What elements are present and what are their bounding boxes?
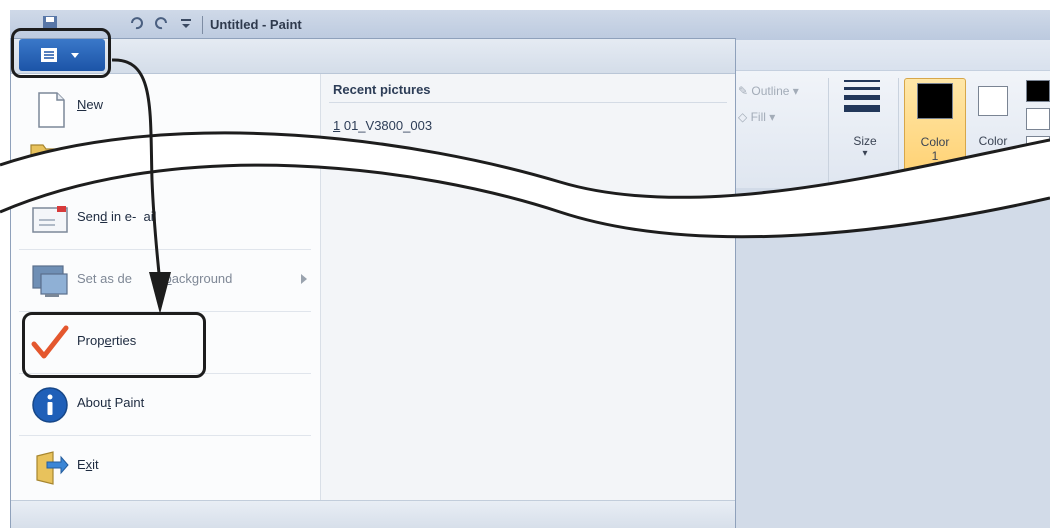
customize-qat-icon[interactable] bbox=[178, 15, 194, 31]
fill-label: Fill bbox=[750, 110, 766, 124]
palette-swatch-black[interactable] bbox=[1026, 80, 1050, 102]
menu-item-label: Exit bbox=[77, 457, 99, 472]
open-folder-icon bbox=[30, 144, 64, 169]
outline-label: Outline bbox=[751, 84, 790, 98]
size-button[interactable]: Size ▾ bbox=[834, 78, 896, 184]
chevron-down-icon: ▾ bbox=[862, 148, 868, 159]
window-title: Untitled - Paint bbox=[210, 17, 302, 32]
color2-button[interactable]: Color 2 bbox=[970, 78, 1020, 186]
desktop-icon bbox=[32, 265, 68, 297]
color2-number: 2 bbox=[989, 148, 997, 162]
menu-item-label: Send in e- ail bbox=[77, 209, 157, 224]
palette-swatch-white[interactable] bbox=[1026, 108, 1050, 130]
new-document-icon bbox=[38, 92, 65, 128]
menu-item-send-email[interactable]: Send in e- ail bbox=[11, 188, 319, 250]
paint-window: Untitled - Paint ✎ Outline ▾ ◇ Fill ▾ Si… bbox=[0, 0, 1050, 528]
menu-item-exit[interactable]: Exit bbox=[11, 436, 319, 498]
redo-icon[interactable] bbox=[154, 15, 170, 31]
email-icon bbox=[32, 206, 68, 233]
qat-separator bbox=[202, 16, 203, 34]
line-size-icon bbox=[844, 80, 880, 117]
recent-pictures-title: Recent pictures bbox=[333, 82, 431, 97]
menu-item-label: Set as de p background bbox=[77, 271, 233, 286]
menu-item-label: New bbox=[77, 97, 104, 112]
file-menu-footer bbox=[11, 500, 735, 528]
chevron-down-icon: ▾ bbox=[769, 110, 776, 124]
recent-picture-item[interactable]: 1 01_V3800_003 bbox=[333, 118, 432, 133]
size-label: Size bbox=[853, 134, 877, 148]
color1-swatch bbox=[917, 83, 953, 119]
outline-icon: ✎ bbox=[738, 84, 749, 98]
chevron-down-icon: ▾ bbox=[792, 84, 799, 98]
menu-item-new[interactable]: New bbox=[11, 79, 319, 141]
submenu-arrow-icon bbox=[301, 274, 307, 284]
menu-item-about-paint[interactable]: About Paint bbox=[11, 374, 319, 436]
ribbon-separator bbox=[828, 78, 829, 186]
divider bbox=[329, 102, 727, 103]
color1-button[interactable]: Color 1 bbox=[904, 78, 966, 186]
menu-item-set-desktop-background[interactable]: Set as de p background bbox=[11, 250, 319, 312]
fill-button[interactable]: ◇ Fill ▾ bbox=[738, 110, 775, 124]
properties-callout bbox=[22, 312, 206, 378]
ribbon-separator bbox=[898, 78, 899, 186]
color1-number: 1 bbox=[931, 149, 939, 163]
color1-label: Color bbox=[920, 135, 950, 149]
recent-pictures-panel: Recent pictures 1 01_V3800_003 bbox=[320, 74, 735, 528]
file-menu: Recent pictures 1 01_V3800_003 New Send … bbox=[10, 38, 736, 528]
menu-item-label: About Paint bbox=[77, 395, 145, 410]
file-button-callout bbox=[11, 28, 111, 78]
recent-item-name: 01_V3800_003 bbox=[340, 118, 433, 133]
color2-swatch bbox=[978, 86, 1008, 116]
title-bar: Untitled - Paint bbox=[10, 10, 1050, 40]
palette-swatch-empty[interactable] bbox=[1026, 136, 1050, 158]
info-icon bbox=[32, 387, 68, 423]
outline-button[interactable]: ✎ Outline ▾ bbox=[738, 84, 799, 98]
color2-label: Color bbox=[978, 134, 1008, 148]
file-menu-strip bbox=[11, 39, 735, 74]
exit-icon bbox=[36, 451, 69, 485]
fill-icon: ◇ bbox=[738, 110, 748, 124]
undo-icon[interactable] bbox=[128, 15, 144, 31]
